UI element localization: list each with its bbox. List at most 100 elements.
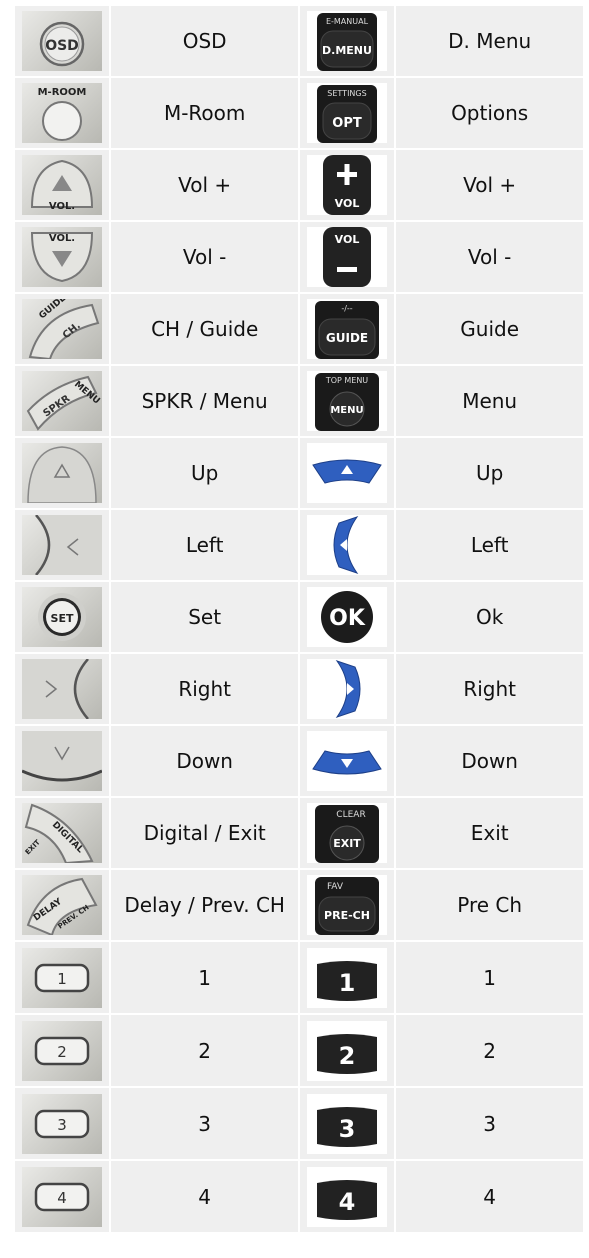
left-icon-cell: VOL. (15, 150, 110, 220)
guide-button-icon: -/-- GUIDE (307, 299, 388, 359)
svg-text:4: 4 (339, 1188, 356, 1216)
svg-text:1: 1 (339, 969, 356, 997)
svg-text:EXIT: EXIT (24, 838, 42, 856)
left-label: OSD (111, 6, 298, 76)
osd-button-icon: OSD (22, 11, 103, 71)
table-row: Right Right (15, 654, 583, 724)
right-label: Vol + (396, 150, 583, 220)
right-label: Guide (396, 294, 583, 364)
right-icon-cell: 4 (299, 1161, 395, 1232)
ok-button-icon: OK (307, 587, 388, 647)
left-label: 2 (111, 1015, 298, 1086)
svg-text:2: 2 (57, 1043, 67, 1061)
right-icon-cell: 2 (299, 1015, 395, 1086)
svg-text:EXIT: EXIT (333, 837, 361, 850)
vol-up-button-icon: VOL. (22, 155, 103, 215)
svg-text:3: 3 (339, 1115, 356, 1143)
left-icon-cell: 2 (15, 1015, 110, 1086)
left-label: 4 (111, 1161, 298, 1232)
table-row: 1 1 1 1 (15, 942, 583, 1013)
left-arrow-blue-icon (307, 515, 388, 575)
svg-text:OPT: OPT (332, 116, 362, 131)
vol-plus-button-icon: VOL (307, 155, 388, 215)
right-icon-cell: SETTINGS OPT (299, 78, 395, 148)
right-icon-cell: E-MANUAL D.MENU (299, 6, 395, 76)
left-label: 3 (111, 1088, 298, 1159)
right-icon-cell: VOL (299, 150, 395, 220)
left-icon-cell: 1 (15, 942, 110, 1013)
right-label: 3 (396, 1088, 583, 1159)
exit-button-icon: CLEAR EXIT (307, 803, 388, 863)
digit-4-button-icon: 4 (22, 1166, 103, 1227)
right-icon-cell: VOL (299, 222, 395, 292)
svg-text:VOL: VOL (335, 233, 360, 246)
left-label: Digital / Exit (111, 798, 298, 868)
svg-text:4: 4 (57, 1189, 67, 1207)
svg-text:3: 3 (57, 1116, 67, 1134)
right-label: Left (396, 510, 583, 580)
table-row: Up Up (15, 438, 583, 508)
svg-text:MENU: MENU (331, 405, 364, 416)
right-label: Vol - (396, 222, 583, 292)
right-arrow-blue-icon (307, 659, 388, 719)
digit-1-button-icon: 1 (22, 947, 103, 1008)
m-room-button-icon: M-ROOM (22, 83, 103, 143)
left-icon-cell: M-ROOM (15, 78, 110, 148)
right-label: 4 (396, 1161, 583, 1232)
up-arrow-blue-icon (307, 443, 388, 503)
table-row: Down Down (15, 726, 583, 796)
right-icon-cell: 3 (299, 1088, 395, 1159)
svg-text:M-ROOM: M-ROOM (38, 87, 87, 98)
svg-text:OSD: OSD (45, 38, 79, 54)
left-label: Set (111, 582, 298, 652)
button-mapping-table: OSD OSD E-MANUAL D.MENU D. Menu M-ROOM M-… (13, 4, 585, 1234)
right-icon-cell (299, 726, 395, 796)
left-icon-cell (15, 726, 110, 796)
table-row: 3 3 3 3 (15, 1088, 583, 1159)
right-label: Exit (396, 798, 583, 868)
up-arrow-button-icon (22, 443, 103, 503)
left-icon-cell: OSD (15, 6, 110, 76)
right-icon-cell (299, 510, 395, 580)
spkr-menu-button-icon: SPKR MENU (22, 371, 103, 431)
left-label: M-Room (111, 78, 298, 148)
svg-text:GUIDE: GUIDE (326, 331, 368, 345)
right-icon-cell: CLEAR EXIT (299, 798, 395, 868)
svg-text:VOL: VOL (335, 197, 360, 210)
left-label: Right (111, 654, 298, 724)
right-label: 1 (396, 942, 583, 1013)
right-icon-cell (299, 438, 395, 508)
table-row: Left Left (15, 510, 583, 580)
svg-text:1: 1 (57, 970, 67, 988)
right-icon-cell: 1 (299, 942, 395, 1013)
pre-ch-button-icon: FAV PRE-CH (307, 875, 388, 935)
left-icon-cell (15, 438, 110, 508)
svg-text:SET: SET (51, 612, 74, 625)
left-label: Down (111, 726, 298, 796)
right-icon-cell: TOP MENU MENU (299, 366, 395, 436)
menu-button-icon: TOP MENU MENU (307, 371, 388, 431)
digit-2-button-icon: 2 (22, 1020, 103, 1081)
set-button-icon: SET (22, 587, 103, 647)
svg-text:SETTINGS: SETTINGS (327, 89, 366, 98)
right-label: D. Menu (396, 6, 583, 76)
left-label: CH / Guide (111, 294, 298, 364)
table-row: GUIDE CH. CH / Guide -/-- GUIDE Guide (15, 294, 583, 364)
svg-text:OK: OK (329, 606, 366, 631)
left-label: 1 (111, 942, 298, 1013)
left-icon-cell: 3 (15, 1088, 110, 1159)
svg-text:D.MENU: D.MENU (322, 44, 372, 57)
digit-1-black-icon: 1 (307, 947, 388, 1008)
table-row: VOL. Vol - VOL Vol - (15, 222, 583, 292)
delay-prevch-button-icon: DELAY PREV. CH (22, 875, 103, 935)
left-icon-cell (15, 510, 110, 580)
digital-exit-button-icon: DIGITAL EXIT (22, 803, 103, 863)
down-arrow-button-icon (22, 731, 103, 791)
left-label: Vol + (111, 150, 298, 220)
right-label: Pre Ch (396, 870, 583, 940)
table-row: 4 4 4 4 (15, 1161, 583, 1232)
digit-2-black-icon: 2 (307, 1020, 388, 1081)
left-icon-cell: DELAY PREV. CH (15, 870, 110, 940)
right-arrow-button-icon (22, 659, 103, 719)
vol-minus-button-icon: VOL (307, 227, 388, 287)
